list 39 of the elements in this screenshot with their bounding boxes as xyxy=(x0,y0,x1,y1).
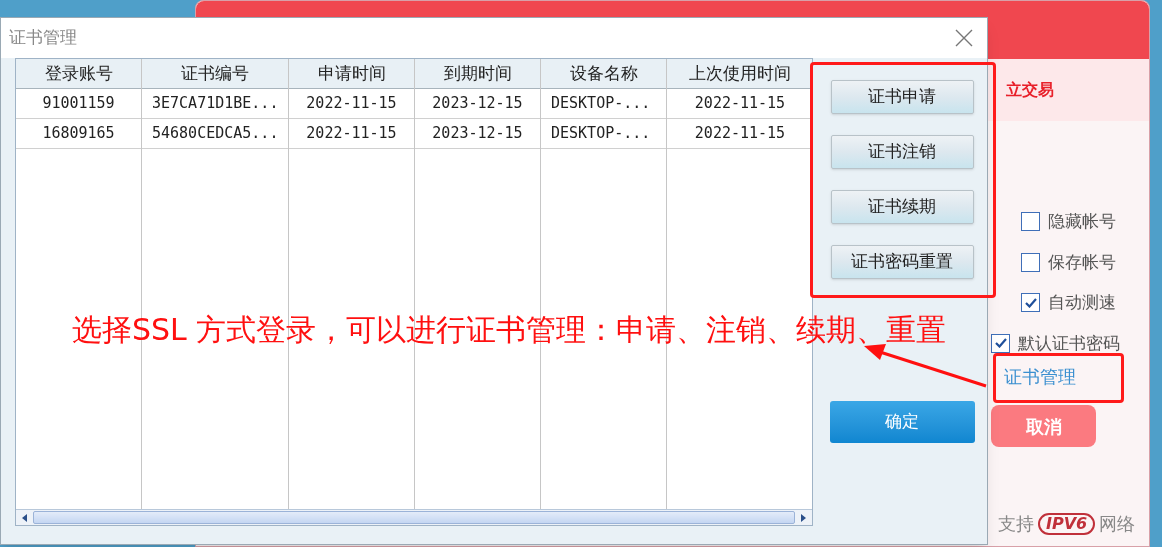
checkbox[interactable] xyxy=(1021,252,1040,272)
close-icon[interactable] xyxy=(955,29,973,47)
checkbox[interactable] xyxy=(1021,212,1040,232)
table-cell: 2022-11-15 xyxy=(667,89,812,119)
table-cell: DESKTOP-... xyxy=(541,89,666,119)
column-header[interactable]: 证书编号 xyxy=(142,59,288,89)
annotation-text: 选择SSL 方式登录，可以进行证书管理：申请、注销、续期、重置 xyxy=(72,311,947,349)
checkbox[interactable] xyxy=(1021,293,1040,313)
ipv6-badge: IPV6 xyxy=(1038,512,1096,535)
table-cell: 91001159 xyxy=(16,89,141,119)
table-cell: 16809165 xyxy=(16,119,141,149)
window-title: 证书管理 xyxy=(9,26,77,50)
table-cell: 2022-11-15 xyxy=(667,119,812,149)
option-label: 自动测速 xyxy=(1048,291,1116,314)
cert-action-button[interactable]: 证书申请 xyxy=(830,80,974,114)
table-cell: 2023-12-15 xyxy=(415,89,540,119)
column-header[interactable]: 登录账号 xyxy=(16,59,141,89)
checkmark-icon xyxy=(1024,297,1037,308)
column-header[interactable]: 设备名称 xyxy=(541,59,666,89)
footer-text: 网络 xyxy=(1099,512,1136,536)
option-label: 默认证书密码 xyxy=(1018,331,1120,355)
table-cell: 2022-11-15 xyxy=(289,119,414,149)
table-cell: 2023-12-15 xyxy=(415,119,540,149)
cert-action-button[interactable]: 证书续期 xyxy=(830,190,974,224)
checkbox[interactable] xyxy=(991,333,1010,353)
column-header[interactable]: 上次使用时间 xyxy=(667,59,812,89)
table-cell: 54680CEDCA5... xyxy=(142,119,288,149)
table-cell: 2022-11-15 xyxy=(289,89,414,119)
cert-action-button[interactable]: 证书密码重置 xyxy=(830,245,974,279)
option-label: 保存帐号 xyxy=(1048,250,1116,274)
table-cell: DESKTOP-... xyxy=(541,119,666,149)
footer-text: 支持 xyxy=(998,512,1034,536)
table-cell: 3E7CA71D1BE... xyxy=(142,89,288,119)
cert-action-button[interactable]: 证书注销 xyxy=(830,135,974,169)
checkmark-icon xyxy=(994,338,1007,349)
option-label: 隐藏帐号 xyxy=(1048,210,1116,233)
banner-text: 立交易 xyxy=(1006,79,1054,101)
column-header[interactable]: 申请时间 xyxy=(289,59,414,89)
column-header[interactable]: 到期时间 xyxy=(415,59,540,89)
